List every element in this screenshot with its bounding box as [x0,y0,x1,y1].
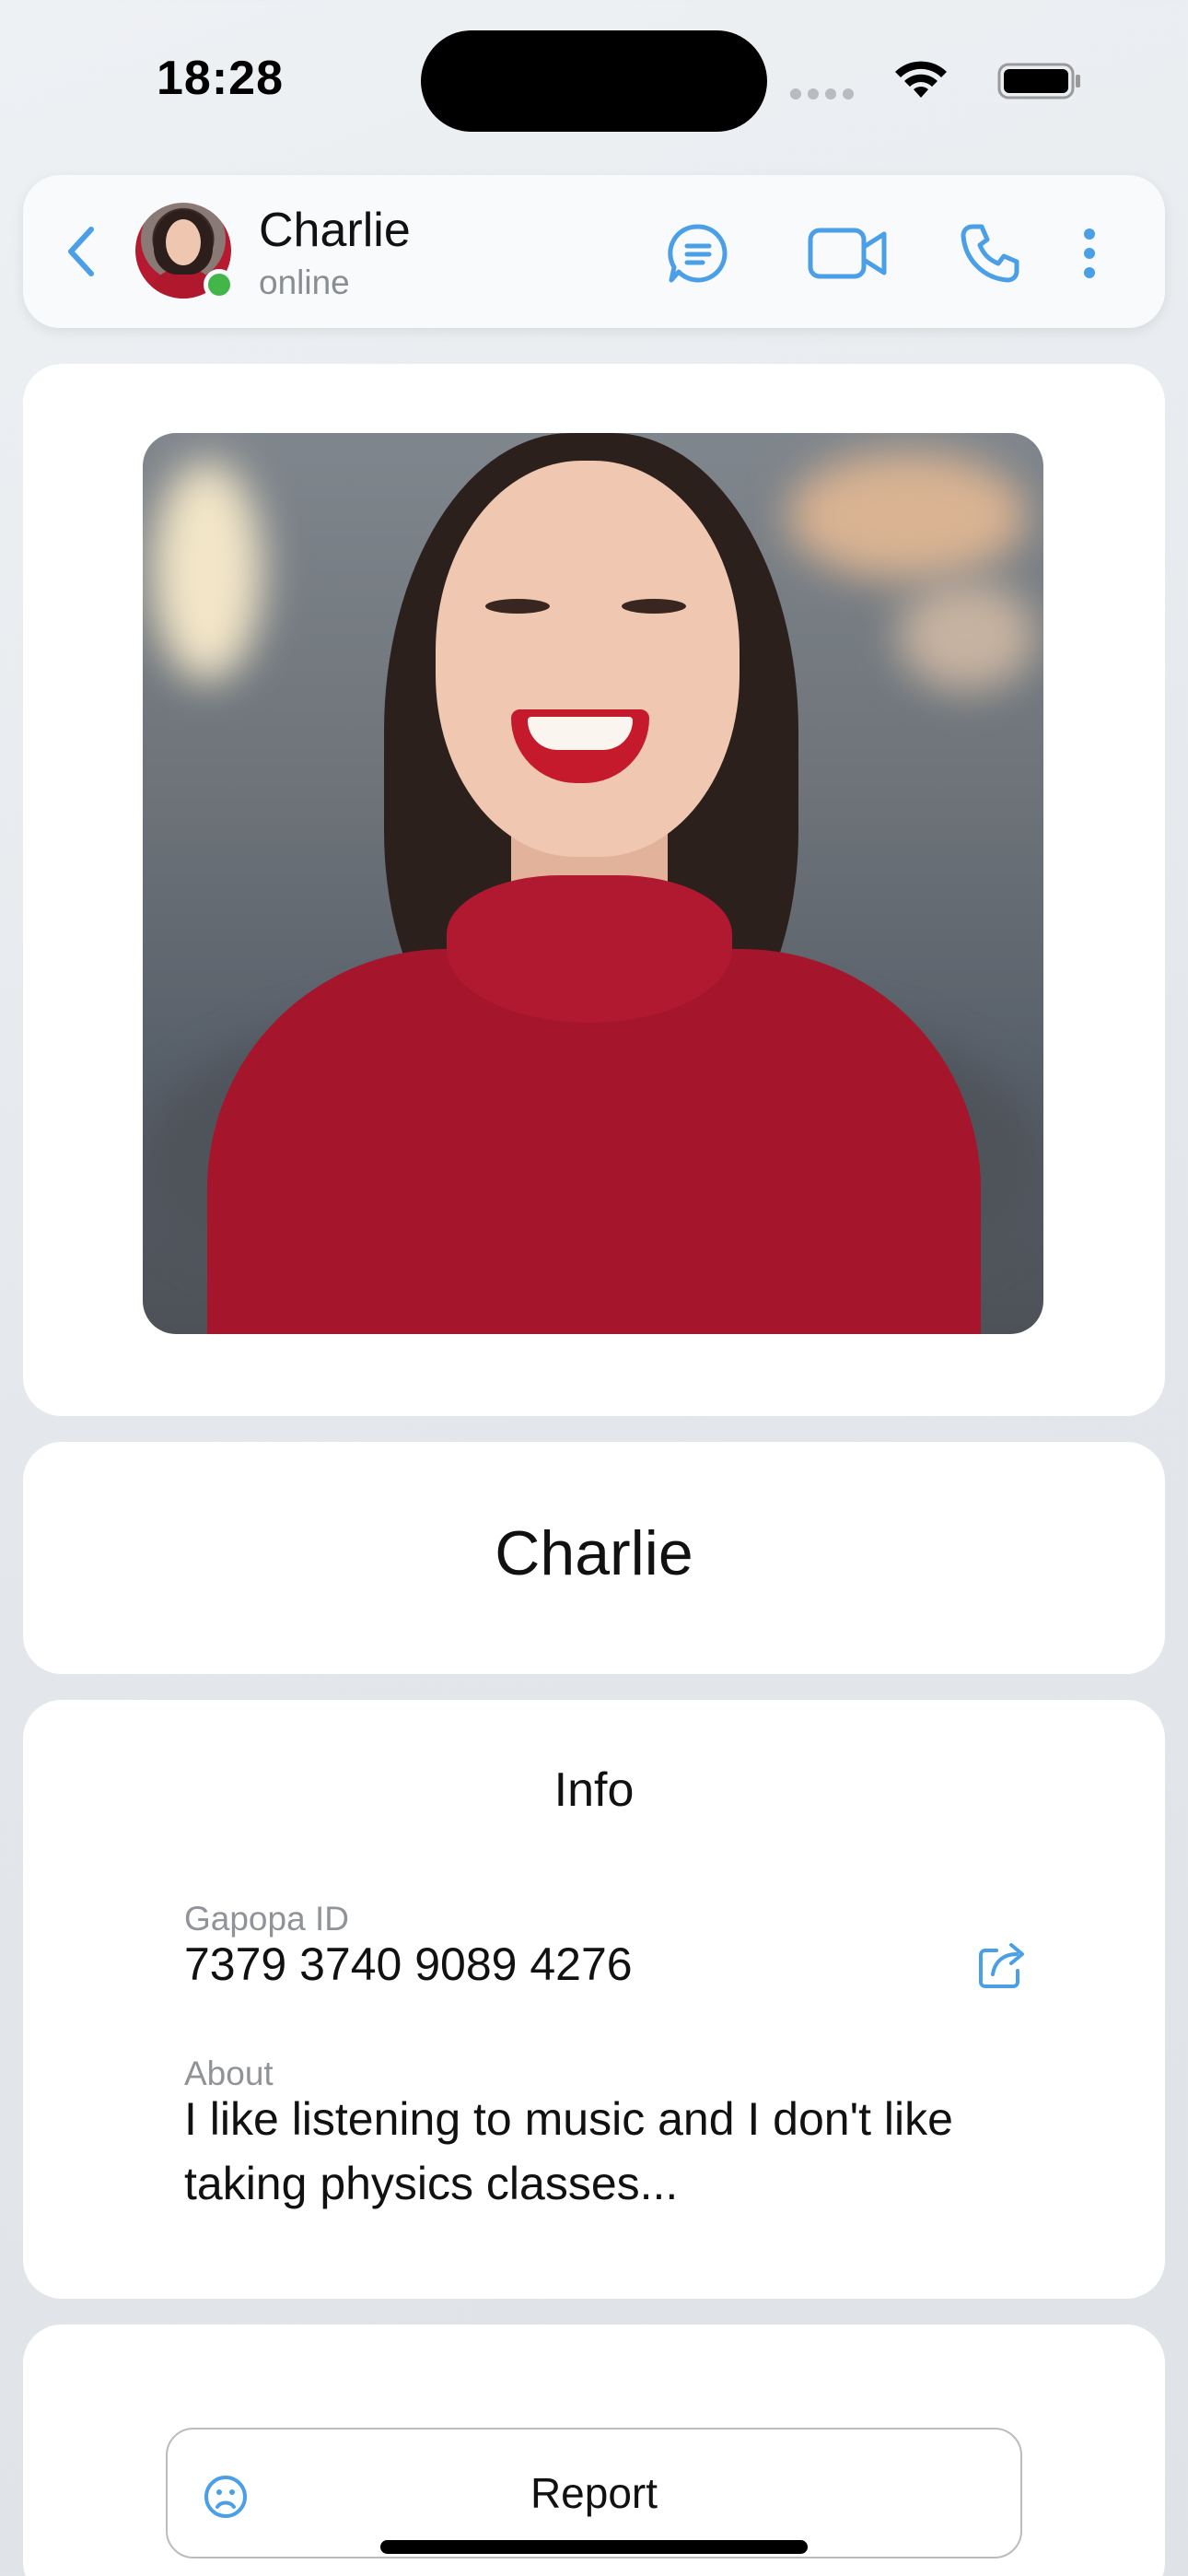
phone-icon [961,224,1019,283]
more-vertical-icon [1084,228,1095,278]
chat-bubble-icon [668,224,728,283]
profile-photo-card [23,364,1165,1416]
profile-photo[interactable] [143,433,1043,1334]
profile-name: Charlie [495,1518,693,1588]
actions-card: Report [23,2324,1165,2576]
status-time: 18:28 [157,52,284,105]
status-indicators [790,57,1082,103]
contact-status: online [259,263,350,301]
cellular-signal-icon [790,88,854,100]
info-card: Info Gapopa ID 7379 3740 9089 4276 About… [23,1700,1165,2299]
about-value: I like listening to music and I don't li… [184,2093,953,2209]
share-icon[interactable] [976,1939,1028,1991]
video-camera-icon [808,228,887,279]
contact-name[interactable]: Charlie [259,203,411,258]
dynamic-island [421,30,767,132]
video-call-button[interactable] [804,217,892,290]
battery-icon [997,63,1080,100]
report-button[interactable]: Report [166,2428,1022,2558]
report-label: Report [530,2469,658,2517]
online-status-dot [204,269,235,300]
home-indicator[interactable] [380,2540,808,2554]
gapopa-id-value[interactable]: 7379 3740 9089 4276 [184,1932,633,1996]
back-button[interactable] [58,221,104,282]
profile-name-card: Charlie [23,1442,1165,1674]
info-title: Info [553,1763,635,1817]
voice-call-button[interactable] [953,217,1027,290]
more-options-button[interactable] [1066,217,1112,290]
wifi-icon [895,61,947,98]
chevron-left-icon [68,227,94,276]
chat-button[interactable] [661,217,735,290]
chat-header: Charlie online [23,175,1165,328]
